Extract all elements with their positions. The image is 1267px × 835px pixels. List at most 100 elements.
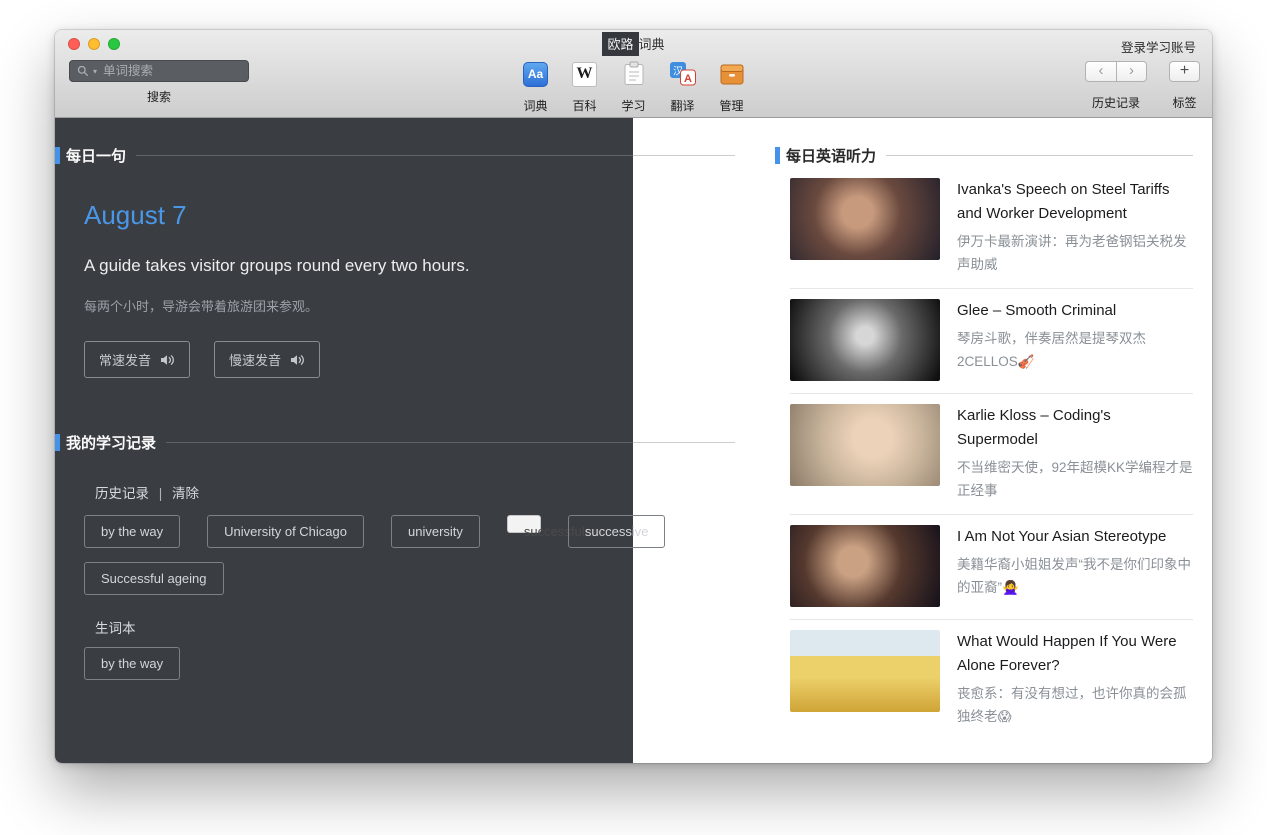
window-chrome: 欧路 词典 登录学习账号 ▾ 搜索 xyxy=(55,30,1212,118)
history-tags: by the way University of Chicago univers… xyxy=(84,515,764,609)
minimize-button[interactable] xyxy=(88,38,100,50)
window-title-dark-part: 欧路 xyxy=(602,32,638,56)
manage-drawer-icon xyxy=(719,61,745,87)
login-account-link[interactable]: 登录学习账号 xyxy=(1121,37,1196,56)
label-separator: | xyxy=(159,486,163,501)
history-label: 历史记录 xyxy=(95,486,149,501)
listening-thumbnail xyxy=(790,299,940,381)
listening-thumbnail xyxy=(790,404,940,486)
history-row-label: 历史记录 | 清除 xyxy=(95,482,775,502)
translate-tool-label: 翻译 xyxy=(670,97,694,114)
dictionary-tool-label: 词典 xyxy=(523,97,547,114)
study-notepad-icon xyxy=(621,61,647,87)
history-tag[interactable]: University of Chicago xyxy=(207,515,364,548)
wikipedia-tool-button[interactable]: W 百科 xyxy=(567,60,603,114)
listening-item-title: Glee – Smooth Criminal xyxy=(957,299,1193,323)
daily-sentence-translation: 每两个小时，导游会带着旅游团来参观。 xyxy=(84,296,775,315)
listening-thumbnail xyxy=(790,630,940,712)
search-field[interactable]: ▾ xyxy=(69,60,249,82)
listening-item[interactable]: Karlie Kloss – Coding's Supermodel 不当维密天… xyxy=(790,394,1193,515)
wordbook-label: 生词本 xyxy=(95,617,775,637)
app-window: 欧路 词典 登录学习账号 ▾ 搜索 xyxy=(55,30,1212,763)
listening-item-subtitle: 丧愈系：有没有想过，也许你真的会孤独终老😱 xyxy=(957,682,1193,728)
search-group: ▾ 搜索 xyxy=(67,60,251,105)
listening-title: 每日英语听力 xyxy=(786,145,876,166)
manage-tool-button[interactable]: 管理 xyxy=(714,60,750,114)
history-nav-label: 历史记录 xyxy=(1092,94,1140,111)
normal-speed-label: 常速发音 xyxy=(99,350,151,369)
history-tag[interactable]: successive xyxy=(568,515,666,548)
history-tag[interactable]: successfulness xyxy=(507,515,541,533)
study-tool-button[interactable]: 学习 xyxy=(616,60,652,114)
toolbar-icons: Aa 词典 W 百科 xyxy=(518,60,750,114)
listening-item-title: What Would Happen If You Were Alone Fore… xyxy=(957,630,1193,678)
wordbook-tag[interactable]: by the way xyxy=(84,647,180,680)
section-accent-bar xyxy=(775,147,780,164)
normal-speed-button[interactable]: 常速发音 xyxy=(84,341,190,378)
search-scope-arrow-icon[interactable]: ▾ xyxy=(93,67,97,76)
main-content: 每日一句 August 7 A guide takes visitor grou… xyxy=(55,118,1212,763)
history-tag[interactable]: by the way xyxy=(84,515,180,548)
listening-thumbnail xyxy=(790,525,940,607)
listening-item-text: Karlie Kloss – Coding's Supermodel 不当维密天… xyxy=(957,404,1193,502)
section-divider-line xyxy=(166,442,735,443)
study-tool-label: 学习 xyxy=(621,97,645,114)
study-record-title: 我的学习记录 xyxy=(66,432,156,453)
slow-speed-label: 慢速发音 xyxy=(229,350,281,369)
pronunciation-buttons: 常速发音 慢速发音 xyxy=(84,341,775,378)
listening-item-subtitle: 不当维密天使，92年超模KK学编程才是正经事 xyxy=(957,456,1193,502)
back-button[interactable]: ‹ xyxy=(1085,61,1116,82)
tag-label: 标签 xyxy=(1172,94,1196,111)
section-accent-bar xyxy=(55,147,60,164)
daily-sentence-date: August 7 xyxy=(84,200,775,231)
section-divider-line xyxy=(886,155,1193,156)
daily-sentence-header: 每日一句 xyxy=(55,145,735,166)
listening-item-text: What Would Happen If You Were Alone Fore… xyxy=(957,630,1193,728)
search-input[interactable] xyxy=(101,63,241,79)
window-title: 欧路 词典 xyxy=(602,32,664,56)
listening-item[interactable]: What Would Happen If You Were Alone Fore… xyxy=(790,620,1193,740)
speaker-icon xyxy=(160,354,175,366)
listening-item-text: I Am Not Your Asian Stereotype 美籍华裔小姐姐发声… xyxy=(957,525,1193,607)
add-tag-button[interactable]: + xyxy=(1169,61,1200,82)
history-tag[interactable]: Successful ageing xyxy=(84,562,224,595)
clear-history-link[interactable]: 清除 xyxy=(172,486,199,501)
history-nav-group: ‹ › 历史记录 xyxy=(1085,61,1147,111)
zoom-button[interactable] xyxy=(108,38,120,50)
listening-thumbnail xyxy=(790,178,940,260)
speaker-icon xyxy=(290,354,305,366)
manage-tool-label: 管理 xyxy=(719,97,743,114)
listening-list: Ivanka's Speech on Steel Tariffs and Wor… xyxy=(790,168,1193,740)
traffic-lights xyxy=(68,38,120,50)
listening-item[interactable]: I Am Not Your Asian Stereotype 美籍华裔小姐姐发声… xyxy=(790,515,1193,620)
close-button[interactable] xyxy=(68,38,80,50)
listening-item-text: Ivanka's Speech on Steel Tariffs and Wor… xyxy=(957,178,1193,276)
wikipedia-tool-label: 百科 xyxy=(572,97,596,114)
translate-icon: 汉 A xyxy=(669,61,697,87)
dictionary-icon: Aa xyxy=(523,62,548,87)
history-tag[interactable]: university xyxy=(391,515,480,548)
listening-item-title: Karlie Kloss – Coding's Supermodel xyxy=(957,404,1193,452)
listening-item[interactable]: Ivanka's Speech on Steel Tariffs and Wor… xyxy=(790,168,1193,289)
dictionary-tool-button[interactable]: Aa 词典 xyxy=(518,60,554,114)
listening-item-title: Ivanka's Speech on Steel Tariffs and Wor… xyxy=(957,178,1193,226)
toolbar-right-controls: ‹ › 历史记录 + 标签 xyxy=(1085,60,1200,111)
listening-item-subtitle: 琴房斗歌，伴奏居然是提琴双杰2CELLOS🎻 xyxy=(957,327,1193,373)
study-record-header: 我的学习记录 xyxy=(55,432,735,453)
slow-speed-button[interactable]: 慢速发音 xyxy=(214,341,320,378)
listening-header: 每日英语听力 xyxy=(775,145,1193,166)
forward-button[interactable]: › xyxy=(1116,61,1147,82)
tag-group: + 标签 xyxy=(1169,61,1200,111)
listening-item-title: I Am Not Your Asian Stereotype xyxy=(957,525,1193,549)
right-pane: 每日英语听力 Ivanka's Speech on Steel Tariffs … xyxy=(775,118,1212,763)
daily-sentence-english: A guide takes visitor groups round every… xyxy=(84,256,625,276)
left-pane: 每日一句 August 7 A guide takes visitor grou… xyxy=(55,118,775,763)
toolbar: ▾ 搜索 Aa 词典 W 百科 xyxy=(55,57,1212,117)
section-accent-bar xyxy=(55,434,60,451)
listening-item-subtitle: 伊万卡最新演讲：再为老爸钢铝关税发声助威 xyxy=(957,230,1193,276)
listening-item[interactable]: Glee – Smooth Criminal 琴房斗歌，伴奏居然是提琴双杰2CE… xyxy=(790,289,1193,394)
listening-item-subtitle: 美籍华裔小姐姐发声“我不是你们印象中的亚裔”🙅‍♀️ xyxy=(957,553,1193,599)
translate-tool-button[interactable]: 汉 A 翻译 xyxy=(665,60,701,114)
daily-sentence-title: 每日一句 xyxy=(66,145,126,166)
listening-item-text: Glee – Smooth Criminal 琴房斗歌，伴奏居然是提琴双杰2CE… xyxy=(957,299,1193,381)
